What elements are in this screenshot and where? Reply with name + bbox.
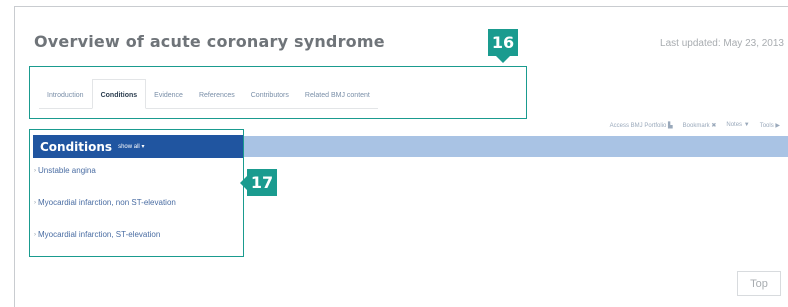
toolbar: Access BMJ Portfolio ▙ Bookmark ✖ Notes …: [610, 122, 780, 129]
arrow-right-icon: ▶: [775, 123, 780, 129]
list-item[interactable]: › Unstable angina: [34, 166, 176, 198]
tab-references[interactable]: References: [191, 78, 243, 108]
tab-contributors[interactable]: Contributors: [243, 78, 297, 108]
conditions-list: › Unstable angina › Myocardial infarctio…: [34, 166, 176, 262]
callout-badge-17: 17: [240, 169, 277, 196]
tools-menu[interactable]: Tools ▶: [760, 122, 780, 129]
list-item[interactable]: › Myocardial infarction, non ST-elevatio…: [34, 198, 176, 230]
notes-icon: ▼: [743, 122, 750, 128]
portfolio-icon: ▙: [668, 123, 673, 129]
back-to-top-button[interactable]: Top: [737, 271, 781, 296]
tab-related-content[interactable]: Related BMJ content: [297, 78, 378, 108]
page-title: Overview of acute coronary syndrome: [34, 32, 385, 51]
last-updated-text: Last updated: May 23, 2013: [660, 38, 784, 49]
tab-conditions[interactable]: Conditions: [91, 79, 147, 109]
bookmark-icon: ✖: [711, 123, 717, 129]
notes-tool[interactable]: Notes ▼: [726, 122, 749, 129]
bullet-icon: ›: [34, 232, 36, 238]
tab-evidence[interactable]: Evidence: [146, 78, 191, 108]
callout-badge-16: 16: [488, 29, 518, 63]
tab-introduction[interactable]: Introduction: [39, 78, 92, 108]
condition-link[interactable]: Myocardial infarction, non ST-elevation: [38, 198, 176, 207]
bullet-icon: ›: [34, 168, 36, 174]
portfolio-tool[interactable]: Access BMJ Portfolio ▙: [610, 122, 673, 129]
bullet-icon: ›: [34, 200, 36, 206]
condition-link[interactable]: Myocardial infarction, ST-elevation: [38, 230, 160, 239]
section-tabs: Introduction Conditions Evidence Referen…: [39, 79, 378, 109]
list-item[interactable]: › Myocardial infarction, ST-elevation: [34, 230, 176, 262]
condition-link[interactable]: Unstable angina: [38, 166, 96, 175]
bookmark-tool[interactable]: Bookmark ✖: [683, 122, 717, 129]
